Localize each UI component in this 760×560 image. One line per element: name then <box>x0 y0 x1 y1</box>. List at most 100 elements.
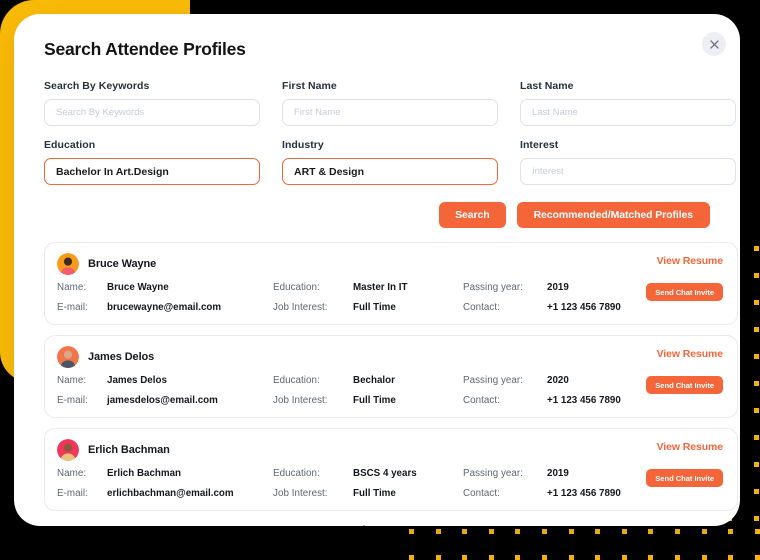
profile-card-header: Erlich Bachman <box>57 439 723 461</box>
profile-education-label: Education: <box>273 468 353 479</box>
send-chat-invite-button[interactable]: Send Chat Invite <box>646 283 723 301</box>
search-form: Search By Keywords First Name Last Name <box>44 80 738 185</box>
search-button[interactable]: Search <box>439 202 505 228</box>
profile-detail-column-middle: Education:BSCS 4 yearsJob Interest:Full … <box>273 468 463 508</box>
profile-education-row: Education:Bechalor <box>273 375 463 395</box>
decorative-dot <box>542 555 547 560</box>
decorative-dot <box>754 489 759 494</box>
decorative-dot <box>755 555 760 560</box>
profile-passing-year-row: Passing year:2019 <box>463 282 663 302</box>
profile-passing-year-row: Passing year:2019 <box>463 468 663 488</box>
profile-card: James Delos Name:James DelosE-mail:jamesd… <box>44 335 738 418</box>
send-chat-invite-button[interactable]: Send Chat Invite <box>646 376 723 394</box>
profile-contact-value: +1 123 456 7890 <box>547 302 621 313</box>
profile-detail-column-left: Name:Bruce WayneE-mail:brucewayne@email.… <box>57 282 273 322</box>
decorative-dot <box>754 408 759 413</box>
decorative-dot <box>754 354 759 359</box>
profile-detail-column-left: Name:James DelosE-mail:jamesdelos@email.… <box>57 375 273 415</box>
profile-passing-year-value: 2020 <box>547 375 569 386</box>
profile-name-row: Name:Bruce Wayne <box>57 282 273 302</box>
form-row-1: Search By Keywords First Name Last Name <box>44 80 738 126</box>
field-last-name: Last Name <box>520 80 736 126</box>
label-search-keywords: Search By Keywords <box>44 80 260 92</box>
avatar <box>57 346 79 368</box>
profile-card-header: James Delos <box>57 346 723 368</box>
view-resume-link[interactable]: View Resume <box>657 441 723 453</box>
decorative-dot <box>489 555 494 560</box>
profile-job-interest-row: Job Interest:Full Time <box>273 488 463 508</box>
last-name-input[interactable] <box>520 99 736 126</box>
page-title: Search Attendee Profiles <box>44 39 718 60</box>
profile-name-value: Bruce Wayne <box>107 282 169 293</box>
field-search-keywords: Search By Keywords <box>44 80 260 126</box>
profile-email-row: E-mail:jamesdelos@email.com <box>57 395 273 415</box>
decorative-dot <box>754 381 759 386</box>
profile-email-label: E-mail: <box>57 395 107 406</box>
profile-results-list: Bruce WayneName:Bruce WayneE-mail:brucew… <box>44 242 738 511</box>
decorative-dot <box>462 529 467 534</box>
profile-detail-column-right: Passing year:2019Contact:+1 123 456 7890 <box>463 282 663 322</box>
profile-email-row: E-mail:erlichbachman@email.com <box>57 488 273 508</box>
view-resume-link[interactable]: View Resume <box>657 255 723 267</box>
decorative-dot <box>754 273 759 278</box>
decorative-dot <box>515 555 520 560</box>
decorative-dot <box>515 529 520 534</box>
decorative-dot <box>754 516 759 521</box>
profile-job-interest-value: Full Time <box>353 488 396 499</box>
label-interest: Interest <box>520 139 736 151</box>
profile-name-row: Name:James Delos <box>57 375 273 395</box>
load-more-label: Load More <box>340 524 393 526</box>
profile-job-interest-row: Job Interest:Full Time <box>273 302 463 322</box>
profile-detail-column-right: Passing year:2020Contact:+1 123 456 7890 <box>463 375 663 415</box>
field-first-name: First Name <box>282 80 498 126</box>
send-chat-invite-button[interactable]: Send Chat Invite <box>646 469 723 487</box>
decorative-dot <box>702 555 707 560</box>
decorative-dot <box>728 555 733 560</box>
profile-education-row: Education:BSCS 4 years <box>273 468 463 488</box>
profile-name-row: Name:Erlich Bachman <box>57 468 273 488</box>
label-education: Education <box>44 139 260 151</box>
profile-education-value: BSCS 4 years <box>353 468 417 479</box>
close-button[interactable] <box>702 32 726 56</box>
profile-education-label: Education: <box>273 375 353 386</box>
profile-name-label: Name: <box>57 468 107 479</box>
profile-email-value: brucewayne@email.com <box>107 302 221 313</box>
profile-job-interest-label: Job Interest: <box>273 302 353 313</box>
profile-detail-column-middle: Education:BechalorJob Interest:Full Time <box>273 375 463 415</box>
chevron-down-icon <box>403 521 414 526</box>
first-name-input[interactable] <box>282 99 498 126</box>
profile-email-label: E-mail: <box>57 488 107 499</box>
decorative-dot <box>409 555 414 560</box>
profile-email-value: jamesdelos@email.com <box>107 395 218 406</box>
form-actions: Search Recommended/Matched Profiles <box>36 202 710 228</box>
profile-email-label: E-mail: <box>57 302 107 313</box>
form-row-2: Education Industry Interest <box>44 139 738 185</box>
profile-passing-year-row: Passing year:2020 <box>463 375 663 395</box>
view-resume-link[interactable]: View Resume <box>657 348 723 360</box>
profile-passing-year-label: Passing year: <box>463 282 547 293</box>
decorative-dot <box>542 529 547 534</box>
decorative-dot <box>754 462 759 467</box>
recommended-matched-profiles-button[interactable]: Recommended/Matched Profiles <box>517 202 710 228</box>
label-industry: Industry <box>282 139 498 151</box>
profile-passing-year-value: 2019 <box>547 282 569 293</box>
interest-input[interactable] <box>520 158 736 185</box>
load-more-button[interactable]: Load More <box>36 521 718 526</box>
decorative-dot <box>754 435 759 440</box>
screenshot-canvas: Search Attendee Profiles Search By Keywo… <box>0 0 760 560</box>
profile-name-label: Name: <box>57 375 107 386</box>
profile-detail-column-left: Name:Erlich BachmanE-mail:erlichbachman@… <box>57 468 273 508</box>
close-icon <box>710 40 719 49</box>
industry-input[interactable] <box>282 158 498 185</box>
decorative-dot <box>622 529 627 534</box>
search-keywords-input[interactable] <box>44 99 260 126</box>
profile-email-value: erlichbachman@email.com <box>107 488 234 499</box>
decorative-dot <box>436 529 441 534</box>
education-input[interactable] <box>44 158 260 185</box>
decorative-dot <box>648 555 653 560</box>
decorative-dot <box>462 555 467 560</box>
decorative-dot <box>569 555 574 560</box>
label-last-name: Last Name <box>520 80 736 92</box>
profile-detail-column-right: Passing year:2019Contact:+1 123 456 7890 <box>463 468 663 508</box>
profile-details-grid: Name:Erlich BachmanE-mail:erlichbachman@… <box>57 468 723 508</box>
